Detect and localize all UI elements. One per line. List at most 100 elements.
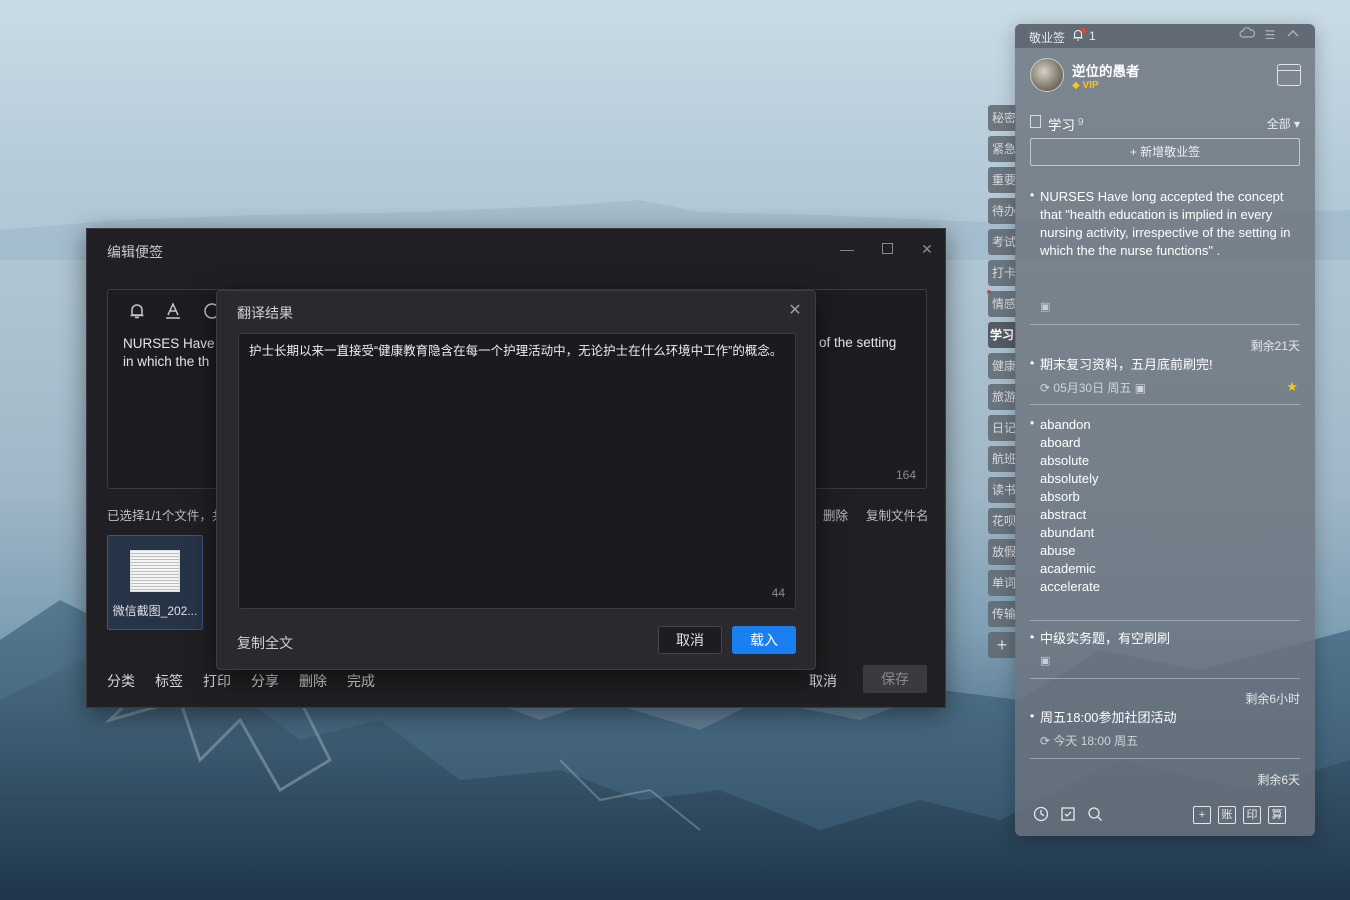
calculator-icon[interactable]: 算 xyxy=(1268,806,1286,824)
note-text: NURSES Have long accepted the concept th… xyxy=(1040,189,1291,258)
tab-reading[interactable]: 读书 xyxy=(988,477,1016,503)
divider xyxy=(1030,620,1300,621)
tab-urgent[interactable]: 紧急 xyxy=(988,136,1016,162)
remaining-time: 剩余21天 xyxy=(1250,339,1300,353)
window-titlebar[interactable]: 编辑便签 — ✕ xyxy=(87,229,945,271)
word-list[interactable]: abandon aboard absolute absolutely absor… xyxy=(1040,416,1100,596)
image-preview xyxy=(130,550,180,592)
list-item[interactable]: • 期末复习资料，五月底前刷完! ⟳ 05月30日 周五 ▣ xyxy=(1030,356,1300,396)
load-button[interactable]: 载入 xyxy=(732,626,796,654)
bullet: • xyxy=(1030,188,1035,202)
cloud-sync-icon[interactable] xyxy=(1239,27,1256,43)
tab-exam[interactable]: 考试 xyxy=(988,229,1016,255)
note-date: ⟳ 05月30日 周五 ▣ xyxy=(1040,381,1147,395)
filter-label: 全部 xyxy=(1266,117,1291,131)
list-item[interactable]: • 中级实务题，有空刷刷 ▣ xyxy=(1030,630,1300,670)
delete-button[interactable]: 删除 xyxy=(299,671,327,691)
tab-transfer[interactable]: 传输 xyxy=(988,601,1016,627)
tab-checkin[interactable]: 打卡 xyxy=(988,260,1016,286)
category-count: 9 xyxy=(1078,117,1084,128)
tab-add-button[interactable]: + xyxy=(988,632,1016,658)
add-icon[interactable]: + xyxy=(1193,806,1211,824)
print-button[interactable]: 打印 xyxy=(203,671,231,691)
divider xyxy=(1030,404,1300,405)
tab-emotion[interactable]: 情感 xyxy=(988,291,1016,317)
avatar[interactable] xyxy=(1030,58,1064,92)
font-color-icon[interactable] xyxy=(164,302,184,324)
translation-content: 护士长期以来一直接受“健康教育隐含在每一个护理活动中，无论护士在什么环境中工作”… xyxy=(249,344,783,358)
filter-dropdown[interactable]: 全部 ▾ xyxy=(1267,115,1300,132)
note-text: 期末复习资料，五月底前刷完! xyxy=(1040,357,1213,372)
translation-char-count: 44 xyxy=(771,586,785,600)
tab-todo[interactable]: 待办 xyxy=(988,198,1016,224)
calendar-icon[interactable] xyxy=(1277,64,1301,86)
close-icon[interactable]: ✕ xyxy=(917,239,937,259)
note-text-line1: NURSES Have l xyxy=(123,336,218,351)
translation-textarea[interactable]: 护士长期以来一直接受“健康教育隐含在每一个护理活动中，无论护士在什么环境中工作”… xyxy=(238,333,796,609)
account-icon[interactable]: 账 xyxy=(1218,806,1236,824)
vip-badge: ◆ VIP xyxy=(1072,80,1099,91)
tab-diary[interactable]: 日记 xyxy=(988,415,1016,441)
tab-flight[interactable]: 航班 xyxy=(988,446,1016,472)
cancel-button[interactable]: 取消 xyxy=(809,671,837,691)
bullet: • xyxy=(1030,416,1035,430)
divider xyxy=(1030,324,1300,325)
maximize-icon[interactable] xyxy=(877,239,897,259)
tab-words[interactable]: 单词 xyxy=(988,570,1016,596)
dialog-title: 翻译结果 xyxy=(237,305,293,321)
note-date: ⟳ 今天 18:00 周五 xyxy=(1040,734,1139,748)
tab-huabei[interactable]: 花呗 xyxy=(988,508,1016,534)
tab-holiday[interactable]: 放假 xyxy=(988,539,1016,565)
clock-icon[interactable] xyxy=(1032,806,1050,824)
category-header: 学习 9 全部 ▾ xyxy=(1030,114,1300,133)
print-icon[interactable]: 印 xyxy=(1243,806,1261,824)
tab-study[interactable]: 学习 xyxy=(988,322,1016,348)
note-text-right: of the setting xyxy=(819,335,897,350)
word-item: academic xyxy=(1040,561,1096,576)
menu-icon[interactable]: ☰ xyxy=(1262,27,1278,43)
attachment-thumbnail[interactable]: 微信截图_202... xyxy=(107,535,203,630)
tab-important[interactable]: 重要 xyxy=(988,167,1016,193)
remaining-time: 剩余6小时 xyxy=(1245,692,1300,706)
word-item: absorb xyxy=(1040,489,1080,504)
panel-footer: + 账 印 算 xyxy=(1015,796,1315,836)
category-button[interactable]: 分类 xyxy=(107,671,135,691)
close-icon[interactable]: ✕ xyxy=(787,303,803,319)
sticky-notes-panel: 敬业签 1 ☰ 逆位的愚者 ◆ VIP 学习 9 全部 ▾ + 新增敬业签 • … xyxy=(1015,24,1315,836)
word-item: abuse xyxy=(1040,543,1076,558)
word-item: abundant xyxy=(1040,525,1095,540)
word-item: absolute xyxy=(1040,453,1090,468)
note-date-text: 05月30日 周五 xyxy=(1053,381,1132,395)
divider xyxy=(1030,758,1300,759)
tag-button[interactable]: 标签 xyxy=(155,671,183,691)
tab-secret[interactable]: 秘密 xyxy=(988,105,1016,131)
app-name: 敬业签 xyxy=(1029,31,1066,45)
word-item: abstract xyxy=(1040,507,1087,522)
list-item[interactable]: • 周五18:00参加社团活动 ⟳ 今天 18:00 周五 xyxy=(1030,709,1300,749)
reminder-count: 1 xyxy=(1089,29,1096,43)
copy-filename-button[interactable]: 复制文件名 xyxy=(866,505,929,524)
dialog-cancel-button[interactable]: 取消 xyxy=(658,626,722,654)
tab-health[interactable]: 健康 xyxy=(988,353,1016,379)
save-button[interactable]: 保存 xyxy=(863,665,927,693)
bullet: • xyxy=(1030,630,1035,644)
copy-all-button[interactable]: 复制全文 xyxy=(237,633,293,653)
collapse-icon[interactable] xyxy=(1285,27,1301,43)
lock-icon: ▣ xyxy=(1040,301,1051,313)
search-icon[interactable] xyxy=(1086,806,1104,824)
panel-topbar[interactable]: 敬业签 1 ☰ xyxy=(1015,24,1315,48)
star-icon[interactable]: ★ xyxy=(1286,379,1298,395)
translation-dialog: 翻译结果 ✕ 护士长期以来一直接受“健康教育隐含在每一个护理活动中，无论护士在什… xyxy=(216,290,816,670)
file-delete-button[interactable]: 删除 xyxy=(823,505,848,524)
minimize-icon[interactable]: — xyxy=(837,239,857,259)
checklist-icon[interactable] xyxy=(1059,806,1077,824)
bell-icon[interactable] xyxy=(128,302,148,324)
list-item[interactable]: • NURSES Have long accepted the concept … xyxy=(1030,188,1300,313)
note-text-line2: in which the th xyxy=(123,354,210,369)
add-note-button[interactable]: + 新增敬业签 xyxy=(1030,138,1300,166)
note-text: NURSES Have l in which the th xyxy=(123,335,218,371)
tab-travel[interactable]: 旅游 xyxy=(988,384,1016,410)
complete-button[interactable]: 完成 xyxy=(347,671,375,691)
user-name: 逆位的愚者 xyxy=(1072,64,1140,79)
share-button[interactable]: 分享 xyxy=(251,671,279,691)
